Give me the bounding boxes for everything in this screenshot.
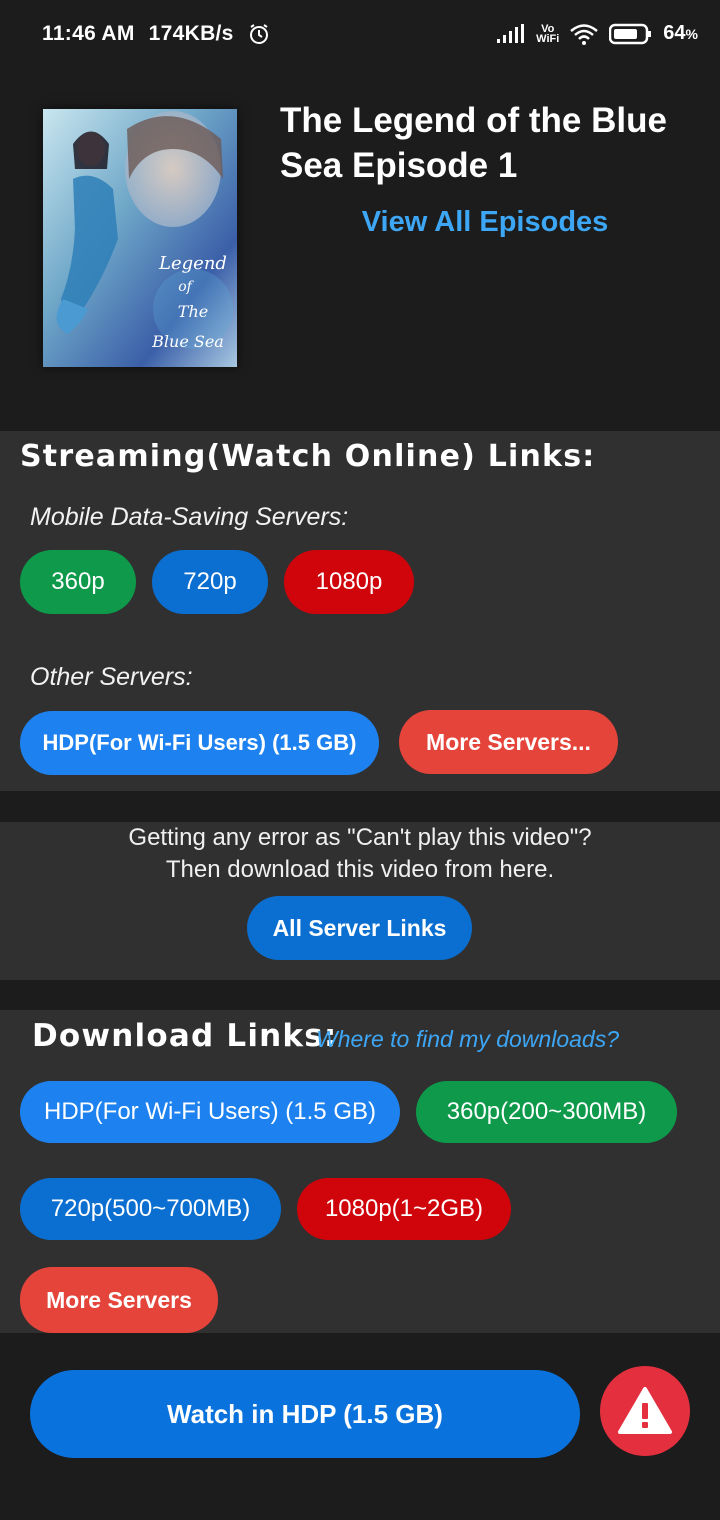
status-bar: 11:46 AM 174KB/s Vo WiFi 64% [0, 0, 720, 70]
warning-icon [618, 1387, 672, 1434]
svg-text:Blue Sea: Blue Sea [151, 332, 224, 351]
report-button[interactable] [600, 1366, 690, 1456]
stream-hdp-button[interactable]: HDP(For Wi-Fi Users) (1.5 GB) [20, 711, 379, 775]
stream-1080p-button[interactable]: 1080p [284, 550, 414, 614]
other-servers-label: Other Servers: [30, 663, 193, 691]
episode-poster[interactable]: Legend of The Blue Sea [43, 109, 237, 367]
episode-title: The Legend of the Blue Sea Episode 1 [280, 101, 667, 185]
signal-icon [496, 23, 526, 44]
download-360p-button[interactable]: 360p(200~300MB) [416, 1081, 677, 1143]
poster-art: Legend of The Blue Sea [43, 109, 237, 367]
mobile-servers-label: Mobile Data-Saving Servers: [30, 503, 349, 531]
svg-text:The: The [178, 302, 208, 321]
svg-text:Legend: Legend [158, 253, 227, 274]
download-title: Download Links: [32, 1018, 338, 1054]
download-panel: Download Links: Where to find my downloa… [0, 1010, 720, 1333]
view-all-episodes-link[interactable]: View All Episodes [280, 206, 690, 239]
error-help-panel: Getting any error as "Can't play this vi… [0, 822, 720, 980]
watch-hdp-button[interactable]: Watch in HDP (1.5 GB) [30, 1370, 580, 1458]
where-downloads-link[interactable]: Where to find my downloads? [316, 1026, 619, 1053]
status-right: Vo WiFi 64% [496, 22, 698, 45]
vowifi-icon: Vo WiFi [536, 22, 560, 45]
streaming-title: Streaming(Watch Online) Links: [20, 439, 596, 474]
stream-360p-button[interactable]: 360p [20, 550, 136, 614]
download-720p-button[interactable]: 720p(500~700MB) [20, 1178, 281, 1240]
stream-720p-button[interactable]: 720p [152, 550, 268, 614]
all-server-links-button[interactable]: All Server Links [247, 896, 472, 960]
status-network-speed: 174KB/s [148, 22, 234, 45]
status-left: 11:46 AM 174KB/s [42, 22, 270, 46]
error-help-text: Getting any error as "Can't play this vi… [128, 824, 592, 883]
status-time: 11:46 AM [42, 22, 135, 45]
battery-icon [609, 23, 653, 45]
download-1080p-button[interactable]: 1080p(1~2GB) [297, 1178, 511, 1240]
wifi-icon [569, 23, 599, 45]
streaming-panel: Streaming(Watch Online) Links: Mobile Da… [0, 431, 720, 791]
alarm-icon [248, 23, 270, 45]
stream-more-servers-button[interactable]: More Servers... [399, 710, 618, 774]
download-hdp-button[interactable]: HDP(For Wi-Fi Users) (1.5 GB) [20, 1081, 400, 1143]
battery-level: 64% [663, 22, 698, 44]
download-more-servers-button[interactable]: More Servers [20, 1267, 218, 1333]
